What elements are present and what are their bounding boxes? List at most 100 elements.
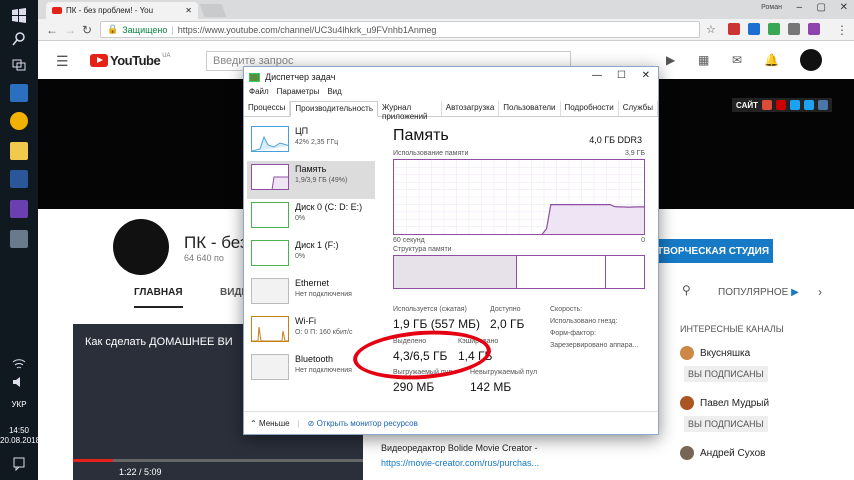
menu-options[interactable]: Параметры (277, 87, 320, 101)
popular-label: ПОПУЛЯРНОЕ (718, 287, 789, 298)
new-tab-button[interactable] (199, 4, 227, 17)
resource-name: Ethernet (295, 278, 330, 288)
app-icon-blue[interactable] (10, 84, 28, 102)
task-manager-taskbar-icon[interactable] (10, 230, 28, 248)
task-view-icon[interactable] (0, 50, 38, 80)
upload-icon[interactable]: ▶ (666, 53, 675, 67)
browser-tab[interactable]: ПК - без проблем! - You ✕ (46, 2, 198, 19)
tab-startup[interactable]: Автозагрузка (442, 101, 500, 116)
nonpaged-pool-label: Невыгружаемый пул (470, 369, 538, 376)
tab-main[interactable]: ГЛАВНАЯ (134, 287, 183, 308)
youtube-play-icon (90, 54, 108, 67)
channel-item[interactable]: Павел Мудрый (680, 392, 850, 414)
creator-studio-button[interactable]: ТВОРЧЕСКАЯ СТУДИЯ (653, 239, 773, 263)
messages-icon[interactable]: ✉ (732, 53, 742, 67)
channel-item[interactable]: Вкусняшка (680, 342, 850, 364)
heart-icon[interactable] (776, 100, 786, 110)
video-caption: Как сделать ДОМАШНЕЕ ВИ (85, 336, 233, 348)
apps-icon[interactable]: ▦ (698, 53, 709, 67)
avatar[interactable] (800, 49, 822, 71)
resource-memory[interactable]: Память 1,9/3,9 ГБ (49%) (247, 161, 375, 199)
tm-close-icon[interactable]: ✕ (642, 70, 650, 81)
tab-performance[interactable]: Производительность (290, 101, 378, 117)
twitter-icon[interactable] (804, 100, 814, 110)
language-indicator[interactable]: УКР (0, 400, 38, 409)
composition-label: Структура памяти (393, 246, 452, 253)
resource-name: Память (295, 164, 327, 174)
tab-services[interactable]: Службы (619, 101, 658, 116)
maximize-icon[interactable]: ▢ (817, 2, 826, 13)
subscribed-badge[interactable]: ВЫ ПОДПИСАНЫ (684, 416, 768, 432)
address-bar[interactable]: 🔒 Защищено | https://www.youtube.com/cha… (100, 21, 700, 38)
google-plus-icon[interactable] (762, 100, 772, 110)
notifications-icon[interactable] (0, 448, 38, 478)
resource-name: Wi-Fi (295, 316, 316, 326)
extension-icon-3[interactable] (768, 23, 780, 35)
vk-icon[interactable] (818, 100, 828, 110)
tm-menu-bar: Файл Параметры Вид (244, 87, 658, 101)
profile-name[interactable]: Роман (761, 4, 782, 11)
tab-details[interactable]: Подробности (561, 101, 619, 116)
in-use-value: 1,9 ГБ (557 МБ) (393, 317, 480, 331)
explorer-icon[interactable] (10, 142, 28, 160)
chrome-icon[interactable] (10, 112, 28, 130)
task-manager-titlebar[interactable]: Диспетчер задач — ☐ ✕ (244, 67, 658, 87)
task-manager-title: Диспетчер задач (265, 72, 336, 82)
tab-app-history[interactable]: Журнал приложений (378, 101, 442, 121)
tab-close-icon[interactable]: ✕ (185, 6, 192, 15)
reload-icon[interactable]: ↻ (82, 23, 92, 37)
extension-icon-4[interactable] (788, 23, 800, 35)
chevron-right-icon[interactable]: › (818, 285, 822, 299)
word-icon[interactable] (10, 170, 28, 188)
volume-icon[interactable] (0, 374, 38, 390)
tm-minimize-icon[interactable]: — (592, 70, 602, 81)
channel-avatar[interactable] (113, 219, 169, 275)
resource-disk0[interactable]: Диск 0 (C: D: E:) 0% (247, 199, 375, 237)
resource-cpu[interactable]: ЦП 42% 2,35 ГГц (247, 123, 375, 161)
media-player-icon[interactable] (10, 200, 28, 218)
back-icon[interactable]: ← (46, 23, 58, 37)
video-progress-bar[interactable] (73, 459, 363, 462)
memory-usage-chart (394, 160, 644, 235)
tm-maximize-icon[interactable]: ☐ (617, 70, 626, 81)
resource-ethernet[interactable]: Ethernet Нет подключения (247, 275, 375, 313)
memory-usage-graph (393, 159, 645, 235)
fewer-details-button[interactable]: ⌃ Меньше (250, 419, 290, 428)
channel-search-icon[interactable]: ⚲ (682, 283, 691, 297)
menu-icon[interactable]: ⋮ (836, 23, 848, 37)
channel-subscribers: 64 640 по (184, 253, 224, 263)
site-link[interactable]: САЙТ (736, 101, 758, 110)
address-bar-row: ← → ↻ 🔒 Защищено | https://www.youtube.c… (38, 19, 854, 41)
channel-item[interactable]: Андрей Сухов (680, 442, 850, 464)
usage-axis-right: 0 (641, 237, 645, 244)
memory-title: Память (393, 127, 449, 144)
network-icon[interactable] (0, 356, 38, 372)
resource-disk1[interactable]: Диск 1 (F:) 0% (247, 237, 375, 275)
subscribed-badge[interactable]: ВЫ ПОДПИСАНЫ (684, 366, 768, 382)
clock-date[interactable]: 20.08.2018 (0, 436, 40, 445)
menu-view[interactable]: Вид (327, 87, 341, 101)
menu-file[interactable]: Файл (249, 87, 269, 101)
tab-processes[interactable]: Процессы (244, 101, 291, 116)
minimize-icon[interactable]: – (796, 2, 802, 13)
bookmark-star-icon[interactable]: ☆ (706, 23, 716, 36)
clock-time[interactable]: 14:50 (0, 426, 38, 435)
paged-pool-value: 290 МБ (393, 380, 435, 394)
tm-footer: ⌃ Меньше | ⊘ Открыть монитор ресурсов (244, 411, 658, 435)
close-icon[interactable]: ✕ (840, 2, 848, 13)
available-value: 2,0 ГБ (490, 317, 525, 331)
play-link-icon[interactable] (790, 100, 800, 110)
tab-users[interactable]: Пользователи (499, 101, 561, 116)
hamburger-menu-icon[interactable]: ☰ (56, 53, 69, 70)
extension-icon-5[interactable] (808, 23, 820, 35)
available-label: Доступно (490, 306, 521, 313)
forward-icon[interactable]: → (64, 23, 76, 37)
popular-sort[interactable]: ПОПУЛЯРНОЕ ▶ (718, 287, 799, 298)
resource-wifi[interactable]: Wi-Fi О: 0 П: 160 кбит/с (247, 313, 375, 351)
youtube-logo[interactable]: YouTube UA (90, 53, 171, 68)
notifications-bell-icon[interactable]: 🔔 (764, 53, 779, 67)
extension-icon-1[interactable] (728, 23, 740, 35)
video-description-link[interactable]: https://movie-creator.com/rus/purchas... (381, 458, 539, 468)
resource-monitor-link[interactable]: ⊘ Открыть монитор ресурсов (308, 419, 418, 428)
extension-icon-2[interactable] (748, 23, 760, 35)
